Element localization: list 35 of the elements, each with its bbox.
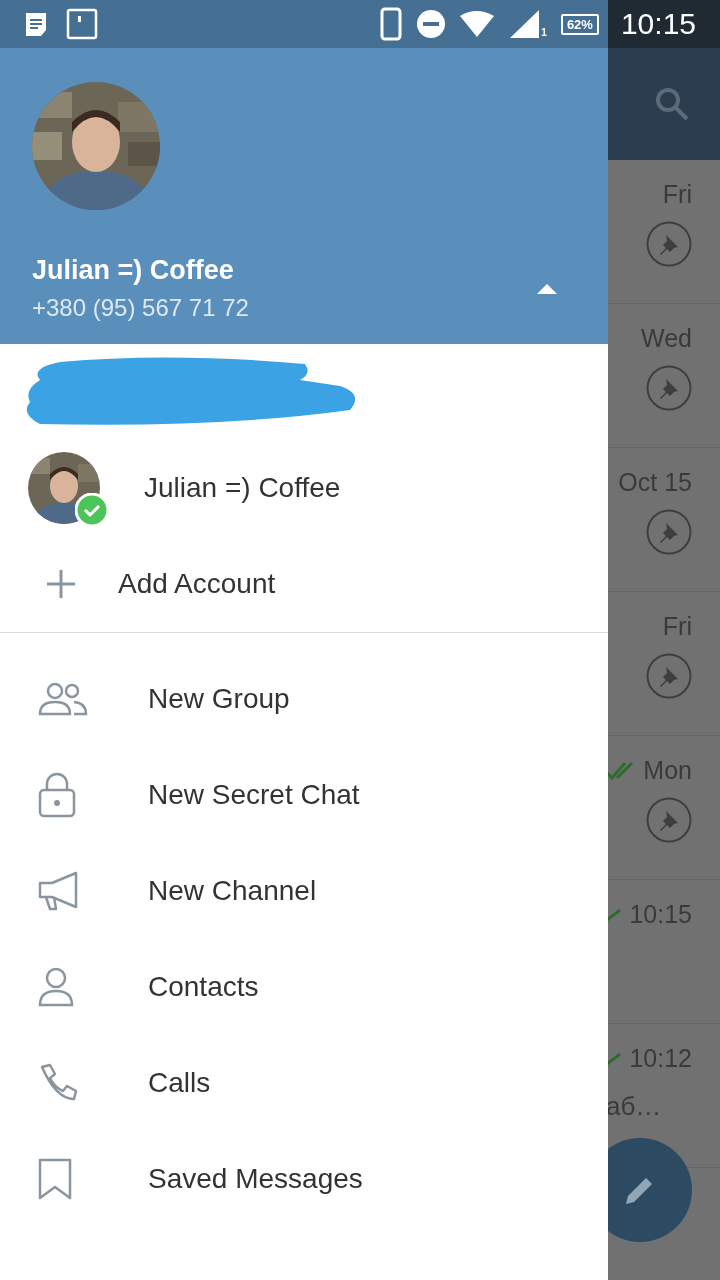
wifi-icon <box>460 10 497 38</box>
signal-icon <box>510 10 541 38</box>
add-account-item[interactable]: Add Account <box>0 536 608 632</box>
phone-number: +380 (95) 567 71 72 <box>32 294 249 322</box>
menu-item[interactable]: New Group <box>0 651 608 747</box>
account-item[interactable]: Julian =) Coffee <box>0 440 608 536</box>
check-icon <box>606 908 622 921</box>
sim-number: 1 <box>541 27 547 38</box>
chat-time: Oct 15 <box>618 468 692 497</box>
message-preview: аб… <box>606 1091 663 1122</box>
plus-icon <box>46 569 76 599</box>
collapse-icon[interactable] <box>536 282 558 295</box>
do-not-disturb-icon <box>416 9 447 39</box>
phone-icon <box>380 7 403 41</box>
frame-icon <box>66 8 98 40</box>
lock-icon <box>38 772 76 818</box>
profile-name: Julian =) Coffee <box>32 255 235 286</box>
menu-item[interactable]: New Channel <box>0 843 608 939</box>
bookmark-icon <box>38 1158 72 1200</box>
chat-time: Mon <box>643 756 692 785</box>
menu-item[interactable]: Calls <box>0 1035 608 1131</box>
menu-item[interactable]: Saved Messages <box>0 1131 608 1227</box>
clock-time: 10:15 <box>620 7 696 41</box>
search-icon[interactable] <box>654 86 690 122</box>
person-icon <box>38 967 74 1007</box>
chat-time: Wed <box>641 324 692 353</box>
chat-time: 10:12 <box>629 1044 692 1073</box>
check-icon <box>606 1052 622 1065</box>
menu-item[interactable]: Contacts <box>0 939 608 1035</box>
phone-call-icon <box>38 1063 78 1103</box>
double-check-icon <box>605 759 636 782</box>
menu-item[interactable]: New Secret Chat <box>0 747 608 843</box>
battery-icon: 62% <box>560 13 599 35</box>
chat-time: 10:15 <box>629 900 692 929</box>
group-icon <box>38 682 88 716</box>
